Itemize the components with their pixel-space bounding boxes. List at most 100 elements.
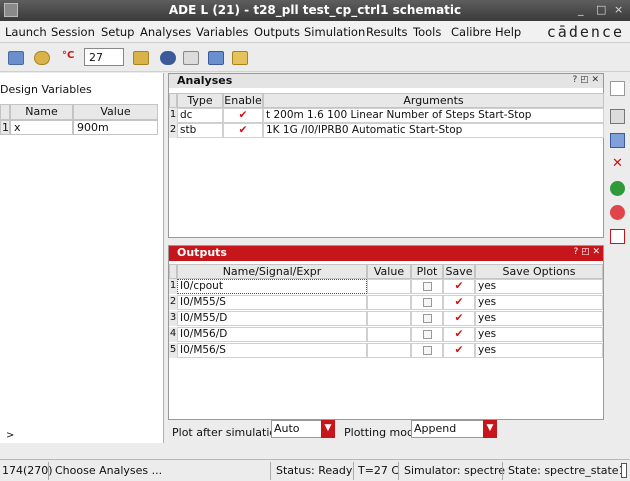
open-folder-icon[interactable]: [232, 51, 248, 65]
plot-outputs-icon[interactable]: [610, 133, 625, 148]
row-number: 4: [169, 327, 177, 342]
variable-value-cell[interactable]: 900m: [73, 120, 158, 135]
window-title: ADE L (21) - t28_pll test_cp_ctrl1 schem…: [168, 3, 462, 17]
netlist-run-icon[interactable]: [610, 109, 625, 124]
expand-panel-icon[interactable]: >: [6, 430, 14, 441]
column-header-name[interactable]: Name/Signal/Expr: [177, 264, 367, 279]
analysis-enable-checkbox[interactable]: ✔: [223, 108, 263, 123]
analysis-arguments-cell[interactable]: t 200m 1.6 100 Linear Number of Steps St…: [263, 108, 604, 123]
cadence-logo: cādence: [546, 23, 624, 41]
plotting-mode-value: Append: [414, 422, 457, 435]
netlist-icon[interactable]: [183, 51, 199, 65]
setup-analyses-icon[interactable]: [133, 51, 149, 65]
output-save-options-cell[interactable]: yes: [475, 311, 603, 326]
row-number: 3: [169, 311, 177, 326]
output-plot-checkbox[interactable]: [411, 311, 443, 326]
menu-simulation[interactable]: Simulation: [304, 25, 365, 39]
edit-variables-icon[interactable]: [8, 51, 24, 65]
analysis-type-icon[interactable]: [610, 81, 625, 96]
analyses-panel: Analyses ? ◰ ✕ Type Enable Arguments 1 d…: [168, 73, 604, 238]
run-simulation-icon[interactable]: [610, 181, 625, 196]
waveform-icon[interactable]: [610, 229, 625, 244]
output-save-options-cell[interactable]: yes: [475, 343, 603, 358]
status-count: 174(270): [2, 464, 53, 477]
output-name-cell[interactable]: I0/M56/D: [177, 327, 367, 342]
divider: [270, 462, 271, 480]
column-header-save[interactable]: Save: [443, 264, 475, 279]
chevron-down-icon: ▼: [483, 420, 497, 438]
plot-after-simulation-label: Plot after simulation: [172, 426, 284, 439]
column-header-save-options[interactable]: Save Options: [475, 264, 603, 279]
output-save-checkbox[interactable]: ✔: [443, 311, 475, 326]
menu-setup[interactable]: Setup: [101, 25, 134, 39]
column-header-type[interactable]: Type: [177, 93, 223, 108]
plotting-mode-select[interactable]: Append ▼: [411, 420, 497, 438]
analysis-arguments-cell[interactable]: 1K 1G /I0/IPRB0 Automatic Start-Stop: [263, 123, 604, 138]
output-value-cell: [367, 279, 411, 294]
output-save-options-cell[interactable]: yes: [475, 295, 603, 310]
menu-session[interactable]: Session: [51, 25, 95, 39]
divider: [398, 462, 399, 480]
analysis-enable-checkbox[interactable]: ✔: [223, 123, 263, 138]
menu-results[interactable]: Results: [366, 25, 408, 39]
menu-tools[interactable]: Tools: [413, 25, 441, 39]
output-save-options-cell[interactable]: yes: [475, 279, 603, 294]
menu-launch[interactable]: Launch: [5, 25, 47, 39]
temperature-icon: °C: [62, 50, 75, 61]
output-value-cell: [367, 311, 411, 326]
row-number-header: [0, 104, 10, 120]
delete-icon[interactable]: ✕: [610, 157, 625, 172]
select-outputs-icon[interactable]: [160, 51, 176, 65]
toolbar: °C 27: [0, 44, 630, 72]
status-bar: 174(270) Choose Analyses ... Status: Rea…: [0, 459, 630, 481]
column-header-plot[interactable]: Plot: [411, 264, 443, 279]
output-save-checkbox[interactable]: ✔: [443, 327, 475, 342]
output-name-cell[interactable]: I0/M55/S: [177, 295, 367, 310]
analysis-type-cell[interactable]: stb: [177, 123, 223, 138]
output-save-checkbox[interactable]: ✔: [443, 343, 475, 358]
column-header-name[interactable]: Name: [10, 104, 73, 120]
output-name-cell[interactable]: I0/M56/S: [177, 343, 367, 358]
column-header-arguments[interactable]: Arguments: [263, 93, 604, 108]
plot-after-simulation-value: Auto: [274, 422, 300, 435]
stop-simulation-icon[interactable]: [610, 205, 625, 220]
minimize-icon[interactable]: _: [578, 3, 584, 16]
chevron-down-icon: ▼: [321, 420, 335, 438]
menu-variables[interactable]: Variables: [196, 25, 249, 39]
menu-help[interactable]: Help: [495, 25, 521, 39]
edit-icon[interactable]: [208, 51, 224, 65]
outputs-title: Outputs: [169, 246, 603, 261]
row-number-header: [169, 93, 177, 108]
column-header-value[interactable]: Value: [367, 264, 411, 279]
analyses-title: Analyses: [169, 74, 603, 88]
close-icon[interactable]: ×: [614, 3, 623, 16]
menu-analyses[interactable]: Analyses: [140, 25, 191, 39]
model-library-icon[interactable]: [34, 51, 50, 65]
variable-name-cell[interactable]: x: [10, 120, 73, 135]
output-save-options-cell[interactable]: yes: [475, 327, 603, 342]
output-name-cell[interactable]: I0/M55/D: [177, 311, 367, 326]
output-plot-checkbox[interactable]: [411, 295, 443, 310]
output-plot-checkbox[interactable]: [411, 343, 443, 358]
panel-controls-icon[interactable]: ? ◰ ✕: [572, 75, 599, 85]
menu-calibre[interactable]: Calibre: [451, 25, 491, 39]
output-save-checkbox[interactable]: ✔: [443, 279, 475, 294]
output-name-cell[interactable]: I0/cpout: [177, 279, 367, 294]
output-value-cell: [367, 295, 411, 310]
plot-after-simulation-select[interactable]: Auto ▼: [271, 420, 335, 438]
output-plot-checkbox[interactable]: [411, 279, 443, 294]
divider: [48, 462, 49, 480]
panel-controls-icon[interactable]: ? ◰ ✕: [573, 247, 600, 257]
column-header-value[interactable]: Value: [73, 104, 158, 120]
analysis-type-cell[interactable]: dc: [177, 108, 223, 123]
title-bar: ADE L (21) - t28_pll test_cp_ctrl1 schem…: [0, 0, 630, 21]
output-save-checkbox[interactable]: ✔: [443, 295, 475, 310]
temperature-field[interactable]: 27: [84, 48, 124, 66]
maximize-icon[interactable]: □: [596, 3, 606, 16]
menu-outputs[interactable]: Outputs: [254, 25, 300, 39]
right-toolbar: ✕: [605, 73, 630, 443]
menu-bar: Launch Session Setup Analyses Variables …: [0, 21, 630, 43]
status-hint: Choose Analyses ...: [55, 464, 163, 477]
column-header-enable[interactable]: Enable: [223, 93, 263, 108]
output-plot-checkbox[interactable]: [411, 327, 443, 342]
